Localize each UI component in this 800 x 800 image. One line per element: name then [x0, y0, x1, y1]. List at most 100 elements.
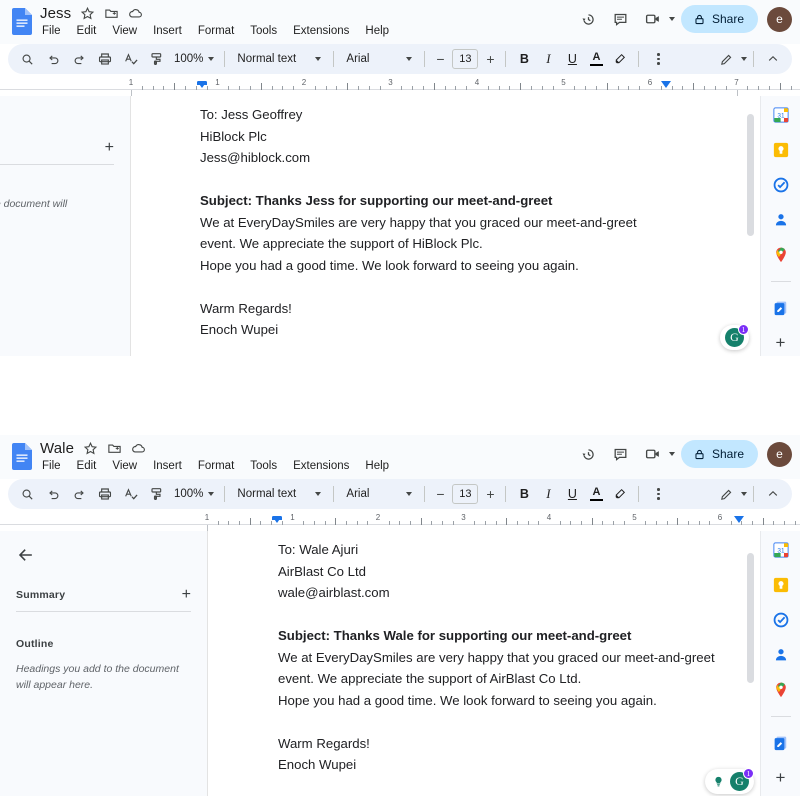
document-page[interactable]: To: Jess Geoffrey HiBlock Plc Jess@hiblock…	[131, 96, 760, 356]
menu-file[interactable]: File	[40, 24, 63, 38]
underline-button[interactable]: U	[560, 482, 584, 506]
more-options-button[interactable]	[645, 47, 671, 71]
add-summary-button[interactable]: +	[182, 587, 191, 603]
menu-insert[interactable]: Insert	[151, 459, 184, 473]
right-indent-marker[interactable]	[734, 516, 744, 523]
menu-extensions[interactable]: Extensions	[291, 459, 351, 473]
paint-format-button[interactable]	[144, 47, 170, 71]
google-contacts-icon[interactable]	[772, 211, 790, 229]
hide-menus-button[interactable]	[760, 47, 786, 71]
grammarly-idea-bulb-icon[interactable]	[710, 773, 727, 790]
comment-history-button[interactable]	[606, 4, 636, 34]
font-family-selector[interactable]: Arial	[340, 482, 418, 506]
undo-button[interactable]	[40, 47, 66, 71]
menu-edit[interactable]: Edit	[75, 459, 99, 473]
zoom-selector[interactable]: 100%	[170, 47, 218, 71]
highlight-color-button[interactable]	[608, 482, 632, 506]
right-indent-marker[interactable]	[661, 81, 671, 88]
document-page[interactable]: To: Wale Ajuri AirBlast Co Ltd wale@airbla…	[208, 531, 760, 796]
editing-mode-selector[interactable]	[713, 482, 747, 506]
more-options-button[interactable]	[645, 482, 671, 506]
underline-button[interactable]: U	[560, 47, 584, 71]
decrease-font-size-button[interactable]: −	[431, 484, 449, 504]
show-side-panel-button[interactable]: +	[776, 769, 786, 786]
menu-view[interactable]: View	[110, 459, 139, 473]
zoom-selector[interactable]: 100%	[170, 482, 218, 506]
font-size-input[interactable]: 13	[452, 484, 479, 504]
search-button[interactable]	[14, 47, 40, 71]
menu-tools[interactable]: Tools	[248, 24, 279, 38]
bold-button[interactable]: B	[512, 482, 536, 506]
show-side-panel-button[interactable]: +	[776, 334, 786, 351]
share-button[interactable]: Share	[680, 5, 758, 33]
menu-file[interactable]: File	[40, 459, 63, 473]
font-family-selector[interactable]: Arial	[340, 47, 418, 71]
redo-button[interactable]	[66, 482, 92, 506]
google-keep-icon[interactable]	[772, 141, 790, 159]
editing-mode-selector[interactable]	[713, 47, 747, 71]
google-contacts-icon[interactable]	[772, 646, 790, 664]
horizontal-ruler[interactable]: 1 1 2 3 4 5 6	[0, 513, 800, 532]
increase-font-size-button[interactable]: +	[481, 49, 499, 69]
paragraph-style-selector[interactable]: Normal text	[231, 482, 327, 506]
move-to-folder-icon[interactable]	[107, 441, 122, 456]
google-meet-button[interactable]	[638, 4, 675, 34]
horizontal-ruler[interactable]: 1 1 2 3 4 5 6 7	[0, 78, 800, 97]
google-meet-button[interactable]	[638, 439, 675, 469]
text-color-button[interactable]: A	[584, 47, 608, 71]
increase-font-size-button[interactable]: +	[481, 484, 499, 504]
google-tasks-icon[interactable]	[772, 176, 790, 194]
grammarly-logo-icon[interactable]: G 1	[725, 324, 749, 347]
left-indent-marker[interactable]	[272, 516, 282, 523]
document-title[interactable]: Wale	[40, 440, 74, 457]
google-maps-icon[interactable]	[772, 681, 790, 699]
print-button[interactable]	[92, 482, 118, 506]
menu-view[interactable]: View	[110, 24, 139, 38]
google-calendar-icon[interactable]: 31	[772, 541, 790, 559]
document-text[interactable]: To: Wale Ajuri AirBlast Co Ltd wale@airbla…	[278, 539, 715, 776]
grammarly-logo-icon[interactable]: G 1	[730, 768, 754, 791]
grammarly-widget[interactable]: G 1	[705, 768, 754, 794]
version-history-button[interactable]	[574, 4, 604, 34]
text-color-button[interactable]: A	[584, 482, 608, 506]
vertical-scrollbar[interactable]	[747, 553, 754, 683]
vertical-scrollbar[interactable]	[747, 114, 754, 236]
google-tasks-icon[interactable]	[772, 611, 790, 629]
italic-button[interactable]: I	[536, 47, 560, 71]
comment-history-button[interactable]	[606, 439, 636, 469]
menu-help[interactable]: Help	[363, 459, 391, 473]
menu-format[interactable]: Format	[196, 24, 236, 38]
hide-menus-button[interactable]	[760, 482, 786, 506]
star-icon[interactable]	[83, 441, 98, 456]
bold-button[interactable]: B	[512, 47, 536, 71]
menu-insert[interactable]: Insert	[151, 24, 184, 38]
highlight-color-button[interactable]	[608, 47, 632, 71]
star-icon[interactable]	[80, 6, 95, 21]
avatar[interactable]: e	[767, 6, 792, 32]
print-button[interactable]	[92, 47, 118, 71]
move-to-folder-icon[interactable]	[104, 6, 119, 21]
avatar[interactable]: e	[767, 441, 792, 467]
menu-extensions[interactable]: Extensions	[291, 24, 351, 38]
spellcheck-button[interactable]	[118, 47, 144, 71]
docs-add-on-icon[interactable]	[772, 734, 790, 752]
font-size-input[interactable]: 13	[452, 49, 479, 69]
undo-button[interactable]	[40, 482, 66, 506]
version-history-button[interactable]	[574, 439, 604, 469]
menu-format[interactable]: Format	[196, 459, 236, 473]
paint-format-button[interactable]	[144, 482, 170, 506]
menu-help[interactable]: Help	[363, 24, 391, 38]
decrease-font-size-button[interactable]: −	[431, 49, 449, 69]
grammarly-widget[interactable]: G 1	[720, 324, 749, 350]
share-button[interactable]: Share	[680, 440, 758, 468]
spellcheck-button[interactable]	[118, 482, 144, 506]
document-title[interactable]: Jess	[40, 5, 71, 22]
italic-button[interactable]: I	[536, 482, 560, 506]
google-calendar-icon[interactable]: 31	[772, 106, 790, 124]
document-text[interactable]: To: Jess Geoffrey HiBlock Plc Jess@hiblock…	[200, 104, 637, 341]
menu-edit[interactable]: Edit	[75, 24, 99, 38]
google-maps-icon[interactable]	[772, 246, 790, 264]
back-arrow-icon[interactable]	[16, 545, 36, 565]
menu-tools[interactable]: Tools	[248, 459, 279, 473]
google-keep-icon[interactable]	[772, 576, 790, 594]
